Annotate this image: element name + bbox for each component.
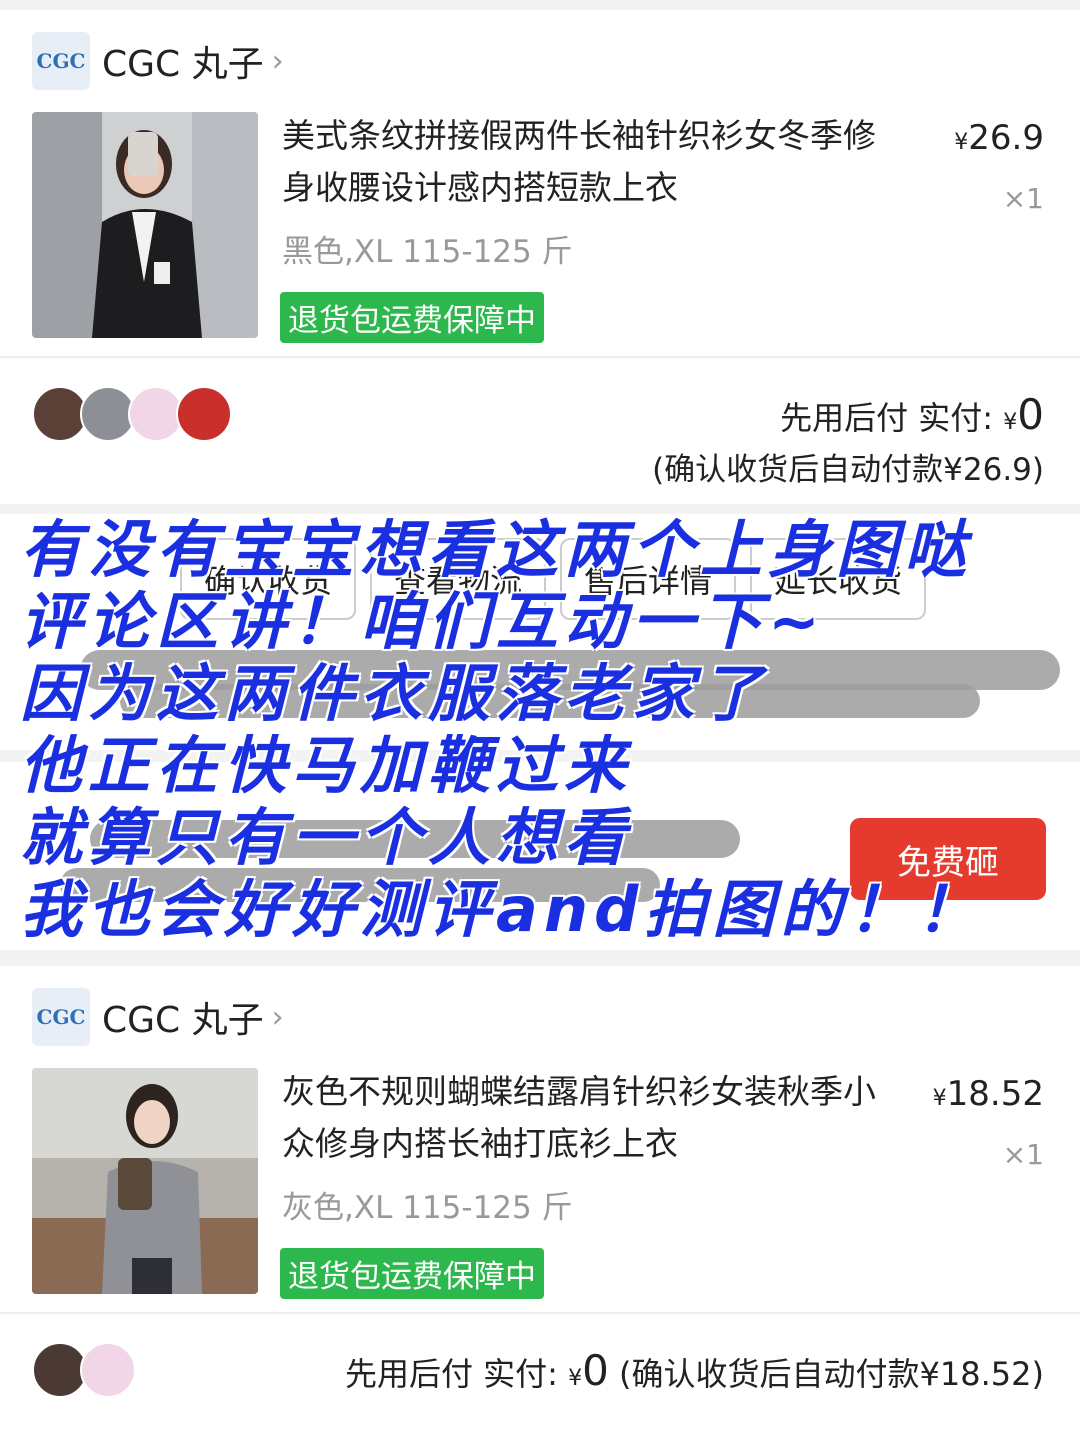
- shop-logo: CGC: [32, 988, 90, 1046]
- overlay-line: 有没有宝宝想看这两个上身图哒: [20, 513, 973, 586]
- shop-name: CGC 丸子: [102, 44, 264, 85]
- return-shipping-badge: 退货包运费保障中: [280, 292, 544, 343]
- overlay-line: 评论区讲！咱们互动一下~: [20, 585, 826, 658]
- payment-summary: 先用后付 实付: ¥0: [780, 390, 1044, 439]
- friend-avatars: [32, 1342, 136, 1398]
- avatar: [80, 1342, 136, 1398]
- product-price: ¥18.52: [932, 1074, 1044, 1114]
- product-thumbnail[interactable]: [32, 1068, 258, 1294]
- divider: [0, 1312, 1080, 1314]
- overlay-line: 就算只有一个人想看: [20, 801, 633, 874]
- product-title[interactable]: 灰色不规则蝴蝶结露肩针织衫女装秋季小众修身内搭长袖打底衫上衣: [282, 1066, 902, 1170]
- product-quantity: ×1: [1002, 1138, 1044, 1171]
- payment-summary: 先用后付 实付: ¥0 (确认收货后自动付款¥18.52): [345, 1346, 1044, 1395]
- payment-note: (确认收货后自动付款¥26.9): [652, 452, 1044, 488]
- overlay-line: 他正在快马加鞭过来: [20, 729, 633, 802]
- shop-header[interactable]: CGC CGC 丸子 ›: [32, 988, 284, 1046]
- chevron-right-icon: ›: [271, 999, 284, 1035]
- order-card-2: CGC CGC 丸子 › 灰色不规则蝴蝶结露肩针织衫女装秋季小众修身内搭长袖打底…: [0, 966, 1080, 1440]
- product-variant: 灰色,XL 115-125 斤: [282, 1190, 573, 1226]
- overlay-line: 我也会好好测评and拍图的！！: [20, 873, 985, 946]
- product-quantity: ×1: [1002, 182, 1044, 215]
- friend-avatars: [32, 386, 232, 442]
- chevron-right-icon: ›: [271, 43, 284, 79]
- shop-logo: CGC: [32, 32, 90, 90]
- product-variant: 黑色,XL 115-125 斤: [282, 234, 573, 270]
- order-card-1: CGC CGC 丸子 › 美式条纹拼接假两件长袖针织衫女冬季修身收腰设计感内搭短…: [0, 10, 1080, 504]
- product-price: ¥26.9: [954, 118, 1044, 158]
- shop-header[interactable]: CGC CGC 丸子 ›: [32, 32, 284, 90]
- shop-name: CGC 丸子: [102, 1000, 264, 1041]
- overlay-line: 因为这两件衣服落老家了: [20, 657, 769, 730]
- return-shipping-badge: 退货包运费保障中: [280, 1248, 544, 1299]
- divider: [0, 356, 1080, 358]
- handwritten-overlay: 有没有宝宝想看这两个上身图哒 评论区讲！咱们互动一下~ 因为这两件衣服落老家了 …: [20, 514, 1070, 946]
- product-thumbnail[interactable]: [32, 112, 258, 338]
- product-title[interactable]: 美式条纹拼接假两件长袖针织衫女冬季修身收腰设计感内搭短款上衣: [282, 110, 902, 214]
- avatar: [176, 386, 232, 442]
